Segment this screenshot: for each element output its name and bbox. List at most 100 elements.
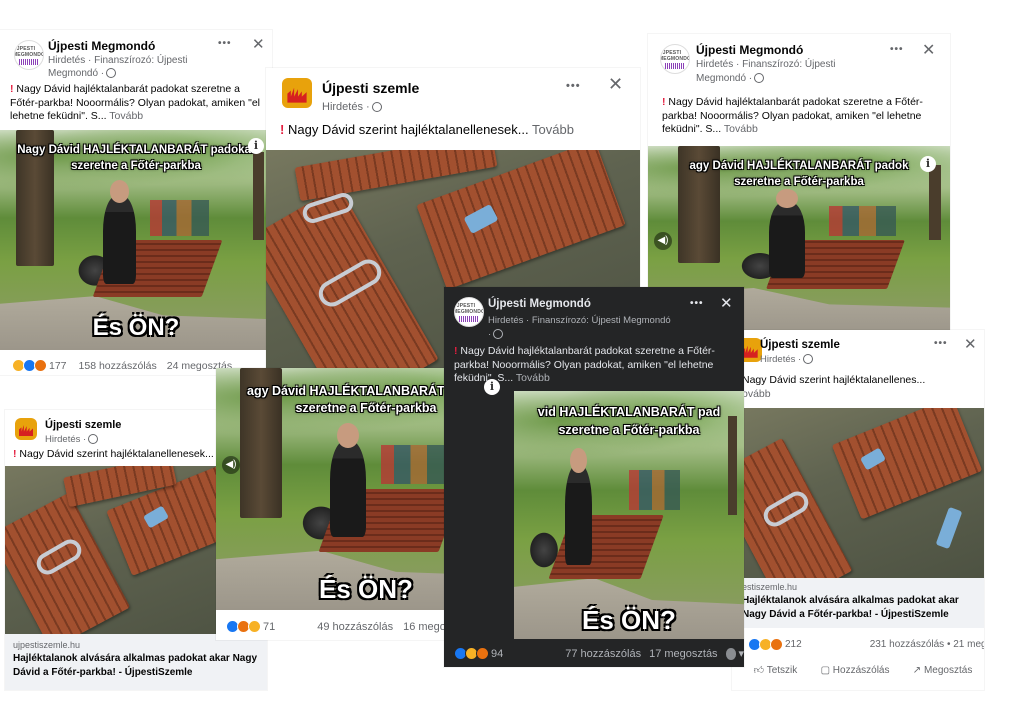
comment-count[interactable]: 158 hozzászólás <box>79 360 157 372</box>
see-more-link[interactable]: Tovább <box>516 372 550 384</box>
image-caption-line1: agy Dávid HAJLÉKTALANBARÁT padok <box>689 160 909 172</box>
avatar-text: ÚJPESTI MEGMONDÓ <box>454 302 484 315</box>
reaction-icons[interactable] <box>748 638 783 651</box>
image-caption-line1: Nagy Dávid HAJLÉKTALANBARÁT padokat <box>17 144 255 156</box>
share-count[interactable]: 17 megosztás <box>649 648 717 660</box>
close-icon[interactable]: ✕ <box>922 40 935 60</box>
caret-icon[interactable]: ▾ <box>738 647 744 660</box>
close-icon[interactable]: ✕ <box>720 294 733 312</box>
see-more-link[interactable]: Tovább <box>532 122 574 137</box>
close-icon[interactable]: ✕ <box>608 74 623 95</box>
reaction-count[interactable]: 177 <box>49 360 67 372</box>
comments-shares-summary[interactable]: 231 hozzászólás • 21 megosztás <box>870 639 984 650</box>
comment-icon: ▢ <box>820 664 831 676</box>
link-preview[interactable]: estiszemle.hu Hajléktalanok alvására alk… <box>742 578 984 628</box>
avatar-text: ÚJPESTI MEGMONDÓ <box>660 49 690 62</box>
page-name[interactable]: Újpesti szemle <box>45 419 121 431</box>
ad-card-mondo-1: ÚJPESTI MEGMONDÓ Újpesti Megmondó Hirdet… <box>0 30 272 375</box>
page-avatar[interactable] <box>15 418 37 440</box>
info-icon[interactable]: i <box>484 379 500 395</box>
link-title: Hajléktalanok alvására alkalmas padokat … <box>13 653 258 678</box>
sponsor-line: Hirdetés · Finanszírozó: Újpesti <box>696 59 836 70</box>
sponsor-line-2: · <box>488 329 504 340</box>
globe-icon <box>371 102 382 113</box>
post-text: ! Nagy Dávid hajléktalanbarát padokat sz… <box>10 83 261 123</box>
globe-icon <box>754 73 765 84</box>
profile-switch-avatar[interactable] <box>725 647 737 660</box>
image-caption-line2: szeretne a Főtér-parkba <box>734 176 864 188</box>
more-options-button[interactable]: ••• <box>934 338 948 349</box>
link-domain: ujpestiszemle.hu <box>13 640 81 650</box>
exclamation-icon: ! <box>662 96 666 108</box>
comment-count[interactable]: 49 hozzászólás <box>317 621 393 633</box>
image-caption-line2: szeretne a Főtér-parkba <box>71 160 201 172</box>
comment-count[interactable]: 77 hozzászólás <box>565 648 641 660</box>
globe-icon <box>493 329 504 340</box>
close-icon[interactable]: ✕ <box>252 35 265 53</box>
reaction-count[interactable]: 212 <box>785 639 802 650</box>
page-name[interactable]: Újpesti Megmondó <box>488 298 591 310</box>
globe-icon <box>106 68 117 79</box>
page-avatar[interactable]: ÚJPESTI MEGMONDÓ <box>660 44 690 74</box>
thumbs-up-icon: 👍︎ <box>753 665 765 676</box>
link-preview[interactable]: ujpestiszemle.hu Hajléktalanok alvására … <box>5 634 267 690</box>
post-text: Nagy Dávid szerint hajléktalanellenes...… <box>742 374 926 400</box>
reaction-count[interactable]: 71 <box>263 621 275 633</box>
sponsor-line: Hirdetés · <box>760 354 814 365</box>
big-caption: És ÖN? <box>92 314 180 341</box>
reaction-icons[interactable] <box>454 647 489 660</box>
page-avatar[interactable]: ÚJPESTI MEGMONDÓ <box>454 297 484 327</box>
engagement-bar: 212 231 hozzászólás • 21 megosztás <box>732 638 984 651</box>
sponsor-line: Hirdetés · <box>45 434 99 445</box>
post-text: ! Nagy Dávid hajléktalanbarát padokat sz… <box>662 96 923 136</box>
link-domain: estiszemle.hu <box>742 582 798 592</box>
reaction-count[interactable]: 94 <box>491 648 503 660</box>
info-icon[interactable]: i <box>248 138 264 154</box>
post-image[interactable]: Nagy Dávid HAJLÉKTALANBARÁT padokat szer… <box>0 130 272 350</box>
sponsor-line: Hirdetés · <box>322 101 382 113</box>
info-icon[interactable]: i <box>920 156 936 172</box>
page-avatar[interactable] <box>282 78 312 108</box>
globe-icon <box>88 434 99 445</box>
post-image[interactable]: vid HAJLÉKTALANBARÁT pad szeretne a Főté… <box>514 391 744 639</box>
globe-icon <box>803 354 814 365</box>
page-avatar[interactable]: ÚJPESTI MEGMONDÓ <box>14 40 44 70</box>
sponsor-line-2: Megmondó · <box>48 68 117 79</box>
more-options-button[interactable]: ••• <box>690 298 704 309</box>
see-more-link[interactable]: Tovább <box>109 110 143 122</box>
exclamation-icon: ! <box>280 122 285 137</box>
post-text: ! Nagy Dávid szerint hajléktalanellenese… <box>280 122 574 137</box>
page-name[interactable]: Újpesti szemle <box>760 339 840 351</box>
share-button[interactable]: ↗ Megosztás <box>913 665 973 676</box>
page-name[interactable]: Újpesti szemle <box>322 80 419 96</box>
mute-icon[interactable]: ◀) <box>222 456 240 474</box>
more-options-button[interactable]: ••• <box>890 44 904 55</box>
mute-icon[interactable]: ◀) <box>654 232 672 250</box>
ad-card-szemle-right: Újpesti szemle Hirdetés · ••• ✕ Nagy Dáv… <box>732 330 984 690</box>
page-name[interactable]: Újpesti Megmondó <box>696 43 803 57</box>
comment-button[interactable]: ▢ Hozzászólás <box>821 665 890 676</box>
avatar-text: ÚJPESTI MEGMONDÓ <box>14 45 44 58</box>
sponsor-line: Hirdetés · Finanszírozó: Újpesti <box>48 55 188 66</box>
image-caption-line1: vid HAJLÉKTALANBARÁT pad <box>537 405 721 419</box>
post-image[interactable] <box>742 408 984 578</box>
share-icon: ↗ <box>912 664 922 676</box>
like-button[interactable]: 👍︎ Tetszik <box>754 664 798 676</box>
exclamation-icon: ! <box>454 345 458 357</box>
action-bar: 👍︎ Tetszik ▢ Hozzászólás ↗ Megosztás <box>742 664 984 677</box>
big-caption: És ÖN? <box>582 605 676 635</box>
more-options-button[interactable]: ••• <box>218 38 232 49</box>
see-more-link[interactable]: ovább <box>742 388 771 400</box>
ad-card-mondo-dark: ÚJPESTI MEGMONDÓ Újpesti Megmondó Hirdet… <box>444 287 744 667</box>
close-icon[interactable]: ✕ <box>964 335 977 353</box>
image-caption-line2: szeretne a Főtér-parkba <box>558 423 700 437</box>
reaction-icons[interactable] <box>226 620 261 633</box>
sponsor-line: Hirdetés · Finanszírozó: Újpesti Megmond… <box>488 315 671 326</box>
engagement-bar: 94 77 hozzászólás 17 megosztás ▾ <box>444 647 744 660</box>
link-title: Hajléktalanok alvására alkalmas padokat … <box>742 595 959 620</box>
reaction-icons[interactable] <box>12 359 47 372</box>
page-name[interactable]: Újpesti Megmondó <box>48 39 155 53</box>
more-options-button[interactable]: ••• <box>566 80 581 92</box>
exclamation-icon: ! <box>10 83 14 95</box>
see-more-link[interactable]: Tovább <box>724 123 758 135</box>
